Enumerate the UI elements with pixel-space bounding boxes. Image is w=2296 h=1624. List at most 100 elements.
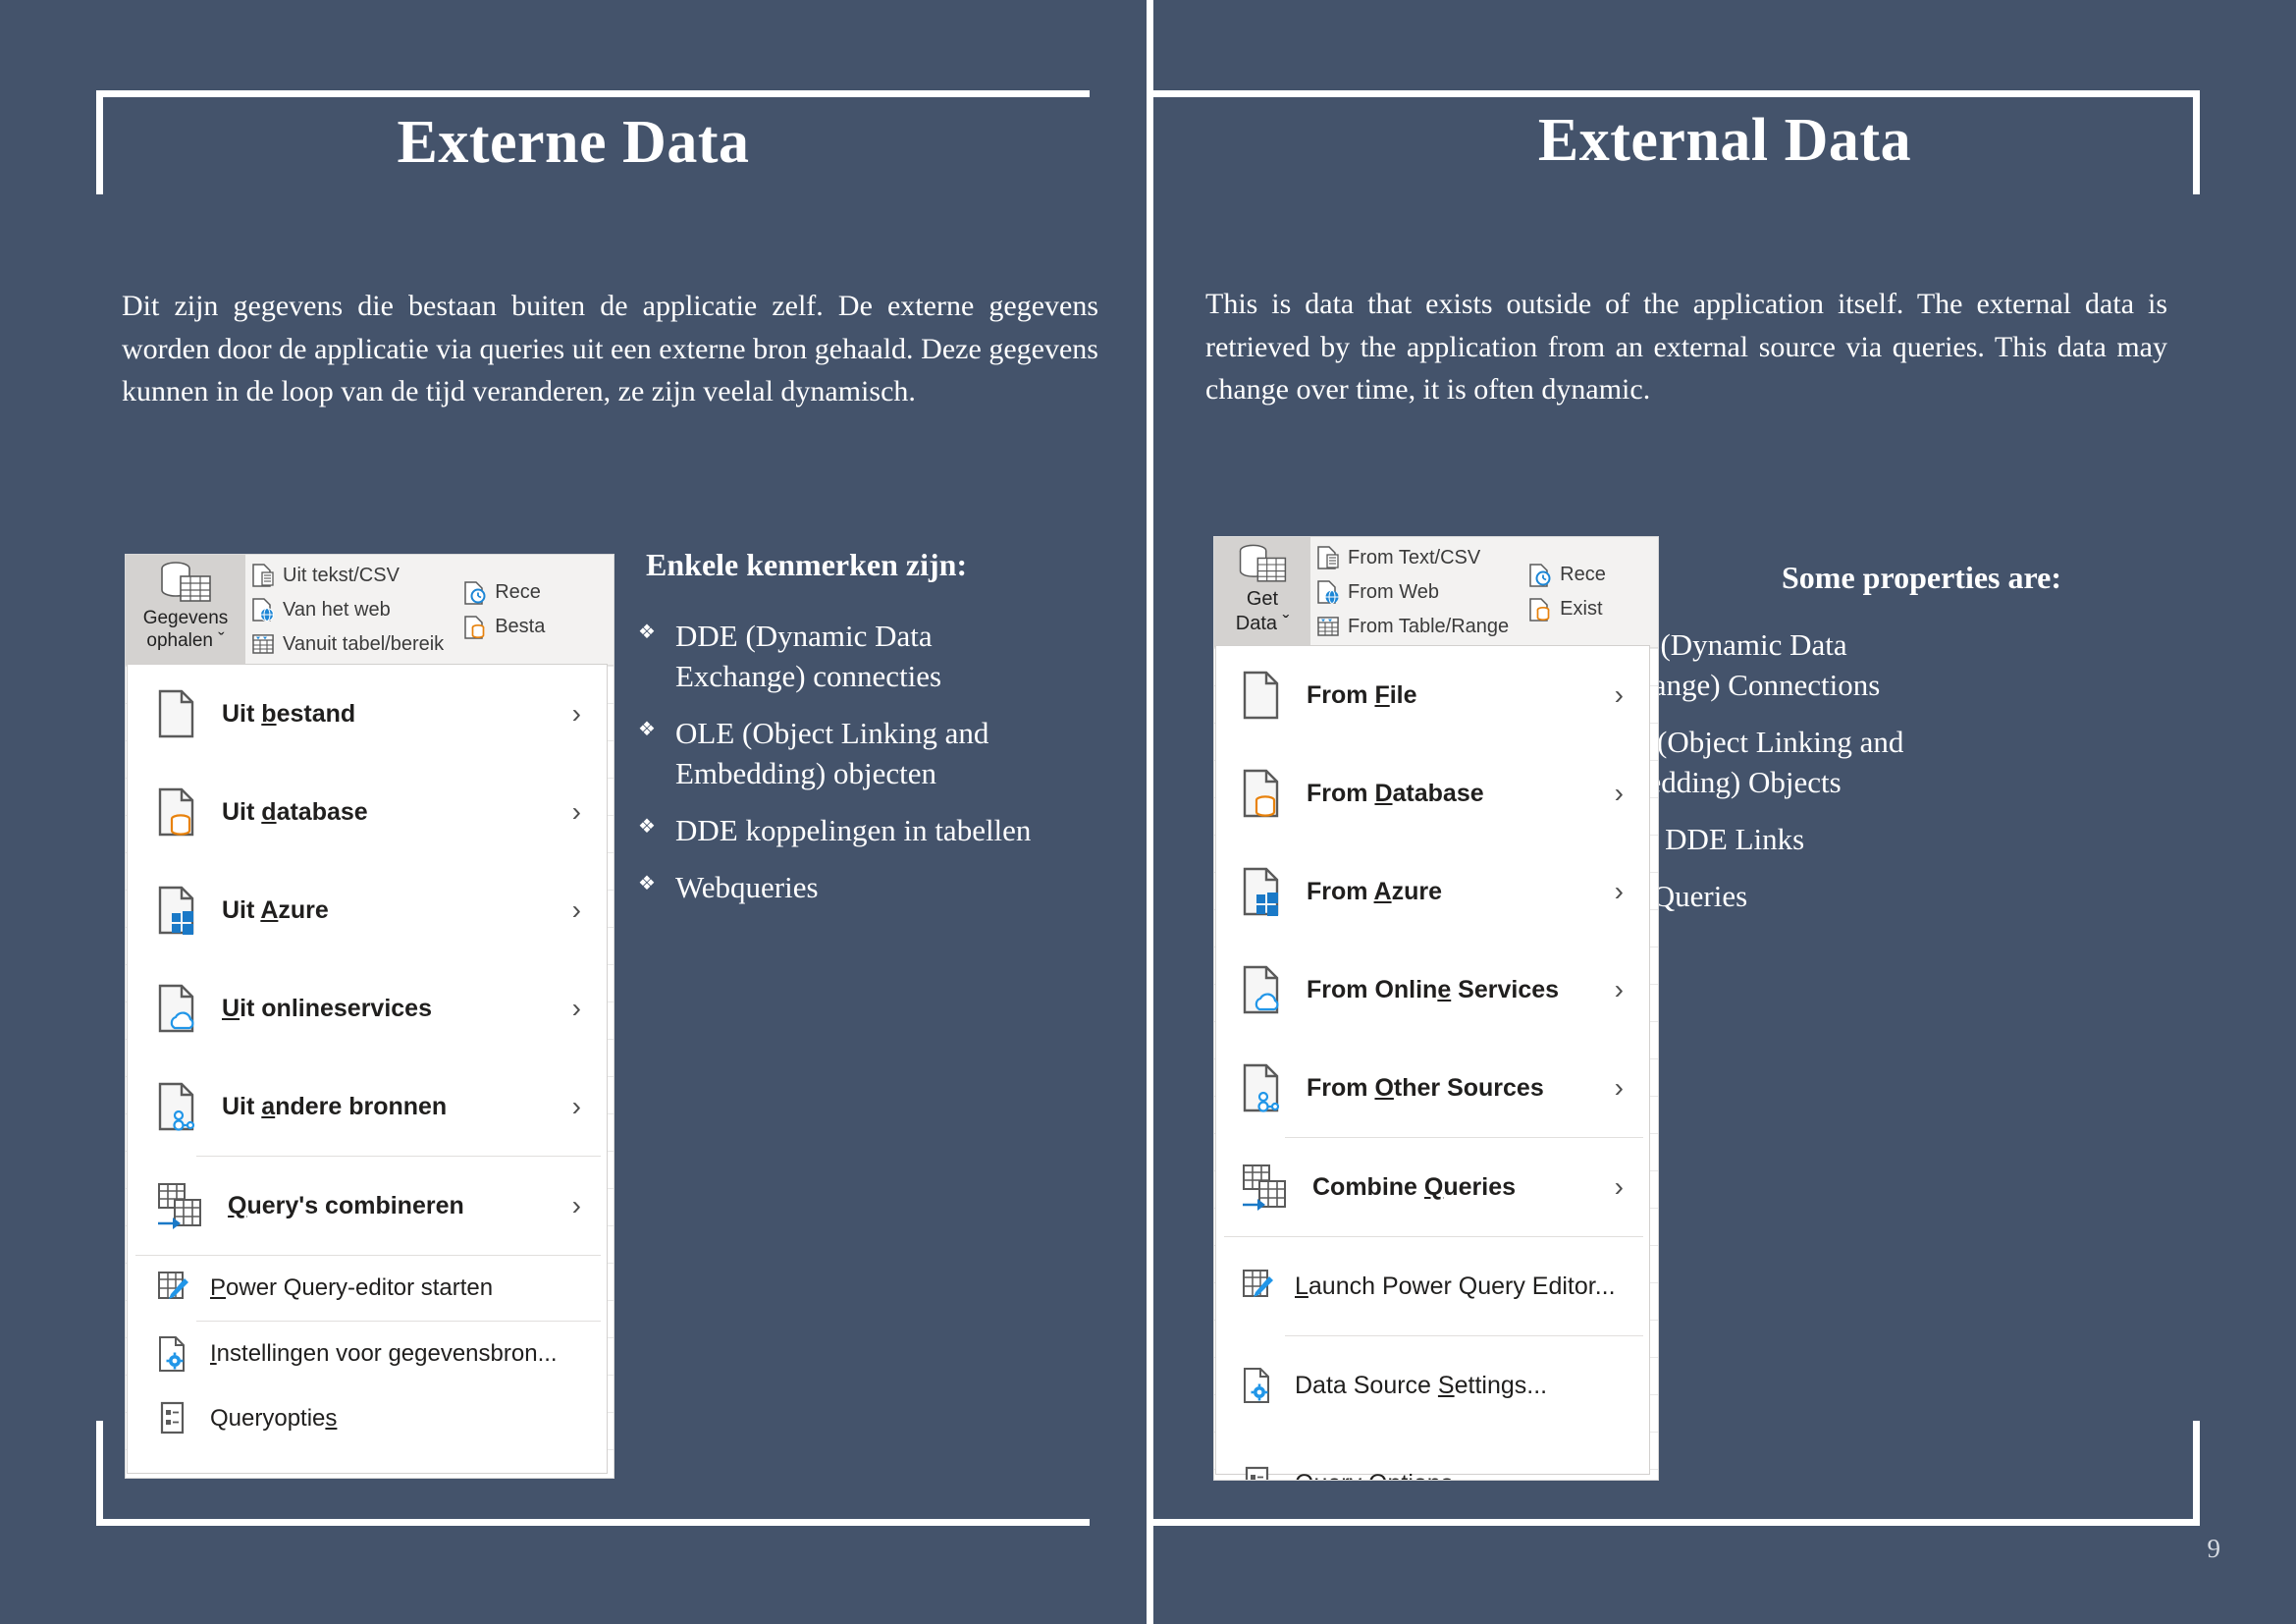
menu-item-from-database[interactable]: From Database › — [1216, 744, 1649, 842]
ribbon-item-from-web[interactable]: Van het web — [251, 594, 444, 626]
combine-queries-icon — [155, 1180, 204, 1231]
text-csv-icon — [1316, 545, 1340, 570]
cloud-icon — [1240, 964, 1283, 1015]
intro-paragraph-dutch: Dit zijn gegevens die bestaan buiten de … — [122, 290, 1098, 407]
get-data-button-english[interactable]: Get Data ˇ — [1214, 537, 1310, 647]
menu-item-from-azure[interactable]: From Azure › — [1216, 842, 1649, 941]
menu-item-from-azure[interactable]: Uit Azure › — [128, 861, 607, 959]
database-icon — [1240, 768, 1283, 819]
menu-item-launch-power-query-editor[interactable]: Power Query-editor starten — [128, 1256, 607, 1321]
power-query-editor-icon — [155, 1269, 190, 1308]
ribbon-item-existing-connections[interactable]: Besta — [463, 611, 545, 643]
list-item: ❖ DDE koppelingen in tabellen — [636, 811, 1048, 851]
menu-item-label: Instellingen voor gegevensbron... — [210, 1340, 558, 1367]
menu-item-from-other-sources[interactable]: Uit andere bronnen › — [128, 1057, 607, 1156]
get-data-button-dutch[interactable]: Gegevens ophalen ˇ — [126, 555, 245, 665]
chevron-right-icon: › — [571, 1091, 581, 1121]
get-data-dropdown-menu-dutch: Uit bestand › Uit database › Uit Azure ›… — [127, 664, 608, 1474]
excel-get-data-screenshot-english: Get Data ˇ From Text/CSV From Web From T… — [1214, 537, 1658, 1480]
ribbon-item-label: From Web — [1348, 580, 1439, 603]
recent-sources-icon — [1528, 563, 1552, 588]
excel-get-data-screenshot-dutch: Gegevens ophalen ˇ Uit tekst/CSV Van het… — [126, 555, 614, 1478]
menu-item-label: Data Source Settings... — [1295, 1371, 1548, 1399]
ribbon-item-label: Exist — [1560, 598, 1603, 620]
menu-item-label: Uit onlineservices — [222, 994, 432, 1022]
chevron-right-icon: › — [1614, 1072, 1624, 1103]
menu-item-combine-queries[interactable]: Query's combineren › — [128, 1157, 607, 1255]
list-item-label: Webqueries — [675, 869, 819, 904]
chevron-right-icon: › — [571, 894, 581, 925]
power-query-editor-icon — [1240, 1267, 1275, 1306]
ribbon-item-label: Van het web — [283, 598, 391, 621]
chevron-right-icon: › — [1614, 1171, 1624, 1202]
file-icon — [1240, 670, 1283, 721]
left-column-dutch: Externe Data Dit zijn gegevens die besta… — [0, 0, 1147, 1624]
list-item: ❖ DDE (Dynamic Data Exchange) connecties — [636, 617, 1048, 697]
cloud-icon — [155, 983, 198, 1034]
page-number: 9 — [2207, 1534, 2221, 1563]
menu-item-label: From Online Services — [1307, 975, 1560, 1003]
from-table-icon — [1316, 614, 1340, 639]
properties-list-dutch: ❖ DDE (Dynamic Data Exchange) connecties … — [636, 617, 1048, 924]
get-data-label-line2: Data ˇ — [1235, 612, 1290, 634]
menu-item-from-online-services[interactable]: Uit onlineservices › — [128, 959, 607, 1057]
combine-queries-icon — [1240, 1162, 1289, 1213]
menu-item-label: Query Options — [1295, 1470, 1453, 1481]
get-data-label-line1: Gegevens — [142, 608, 229, 628]
diamond-bullet-icon: ❖ — [638, 815, 656, 838]
ribbon-item-from-text-csv[interactable]: Uit tekst/CSV — [251, 560, 444, 592]
ribbon-item-from-web[interactable]: From Web — [1316, 576, 1509, 609]
get-data-label-line1: Get — [1246, 588, 1279, 610]
ribbon-item-recent-sources[interactable]: Rece — [1528, 559, 1606, 591]
menu-item-from-file[interactable]: From File › — [1216, 646, 1649, 744]
menu-item-label: Uit database — [222, 797, 368, 826]
text-csv-icon — [251, 563, 275, 588]
chevron-right-icon: › — [1614, 679, 1624, 710]
menu-item-label: From Azure — [1307, 877, 1442, 905]
menu-item-launch-power-query-editor[interactable]: Launch Power Query Editor... — [1216, 1237, 1649, 1335]
menu-item-combine-queries[interactable]: Combine Queries › — [1216, 1138, 1649, 1236]
ribbon-item-from-table-range[interactable]: Vanuit tabel/bereik — [251, 628, 444, 661]
list-item: ❖ Webqueries — [636, 868, 1048, 908]
get-data-icon — [155, 561, 216, 606]
query-options-icon — [1240, 1464, 1275, 1480]
ribbon-item-from-table-range[interactable]: From Table/Range — [1316, 611, 1509, 643]
other-sources-icon — [1240, 1062, 1283, 1113]
ribbon-item-label: From Table/Range — [1348, 615, 1510, 637]
menu-item-label: Uit bestand — [222, 699, 356, 728]
menu-item-label: Query's combineren — [228, 1191, 464, 1219]
ribbon-item-from-text-csv[interactable]: From Text/CSV — [1316, 542, 1509, 574]
ribbon-item-label: Besta — [495, 616, 546, 637]
recent-sources-icon — [463, 580, 487, 606]
chevron-right-icon: › — [1614, 974, 1624, 1004]
menu-item-query-options[interactable]: Queryopties — [128, 1386, 607, 1451]
menu-item-data-source-settings[interactable]: Instellingen voor gegevensbron... — [128, 1322, 607, 1386]
page-title-english: External Data — [1537, 107, 1912, 174]
chevron-right-icon: › — [571, 796, 581, 827]
azure-icon — [155, 885, 198, 936]
ribbon-item-label: From Text/CSV — [1348, 546, 1481, 568]
menu-item-from-other-sources[interactable]: From Other Sources › — [1216, 1039, 1649, 1137]
ribbon-item-label: Rece — [1560, 564, 1606, 585]
menu-item-label: From Database — [1307, 779, 1484, 807]
menu-item-label: Power Query-editor starten — [210, 1274, 494, 1301]
menu-item-label: Combine Queries — [1312, 1172, 1517, 1201]
ribbon-item-label: Uit tekst/CSV — [283, 564, 400, 586]
ribbon-item-recent-sources[interactable]: Rece — [463, 576, 545, 609]
properties-heading-dutch: Enkele kenmerken zijn: — [646, 547, 968, 582]
menu-item-data-source-settings[interactable]: Data Source Settings... — [1216, 1336, 1649, 1435]
menu-item-label: Uit andere bronnen — [222, 1092, 448, 1120]
menu-item-from-database[interactable]: Uit database › — [128, 763, 607, 861]
from-web-icon — [1316, 579, 1340, 605]
menu-item-from-online-services[interactable]: From Online Services › — [1216, 941, 1649, 1039]
get-data-icon — [1234, 543, 1291, 586]
get-data-dropdown-menu-english: From File › From Database › From Azure ›… — [1215, 645, 1650, 1480]
azure-icon — [1240, 866, 1283, 917]
list-item-label: DDE koppelingen in tabellen — [675, 812, 1032, 847]
menu-item-from-file[interactable]: Uit bestand › — [128, 665, 607, 763]
menu-item-query-options[interactable]: Query Options — [1216, 1435, 1649, 1480]
chevron-right-icon: › — [571, 698, 581, 729]
list-item: ❖ OLE (Object Linking and Embedding) obje… — [636, 714, 1048, 794]
ribbon-item-existing-connections[interactable]: Exist — [1528, 593, 1606, 625]
menu-item-label: From Other Sources — [1307, 1073, 1544, 1102]
